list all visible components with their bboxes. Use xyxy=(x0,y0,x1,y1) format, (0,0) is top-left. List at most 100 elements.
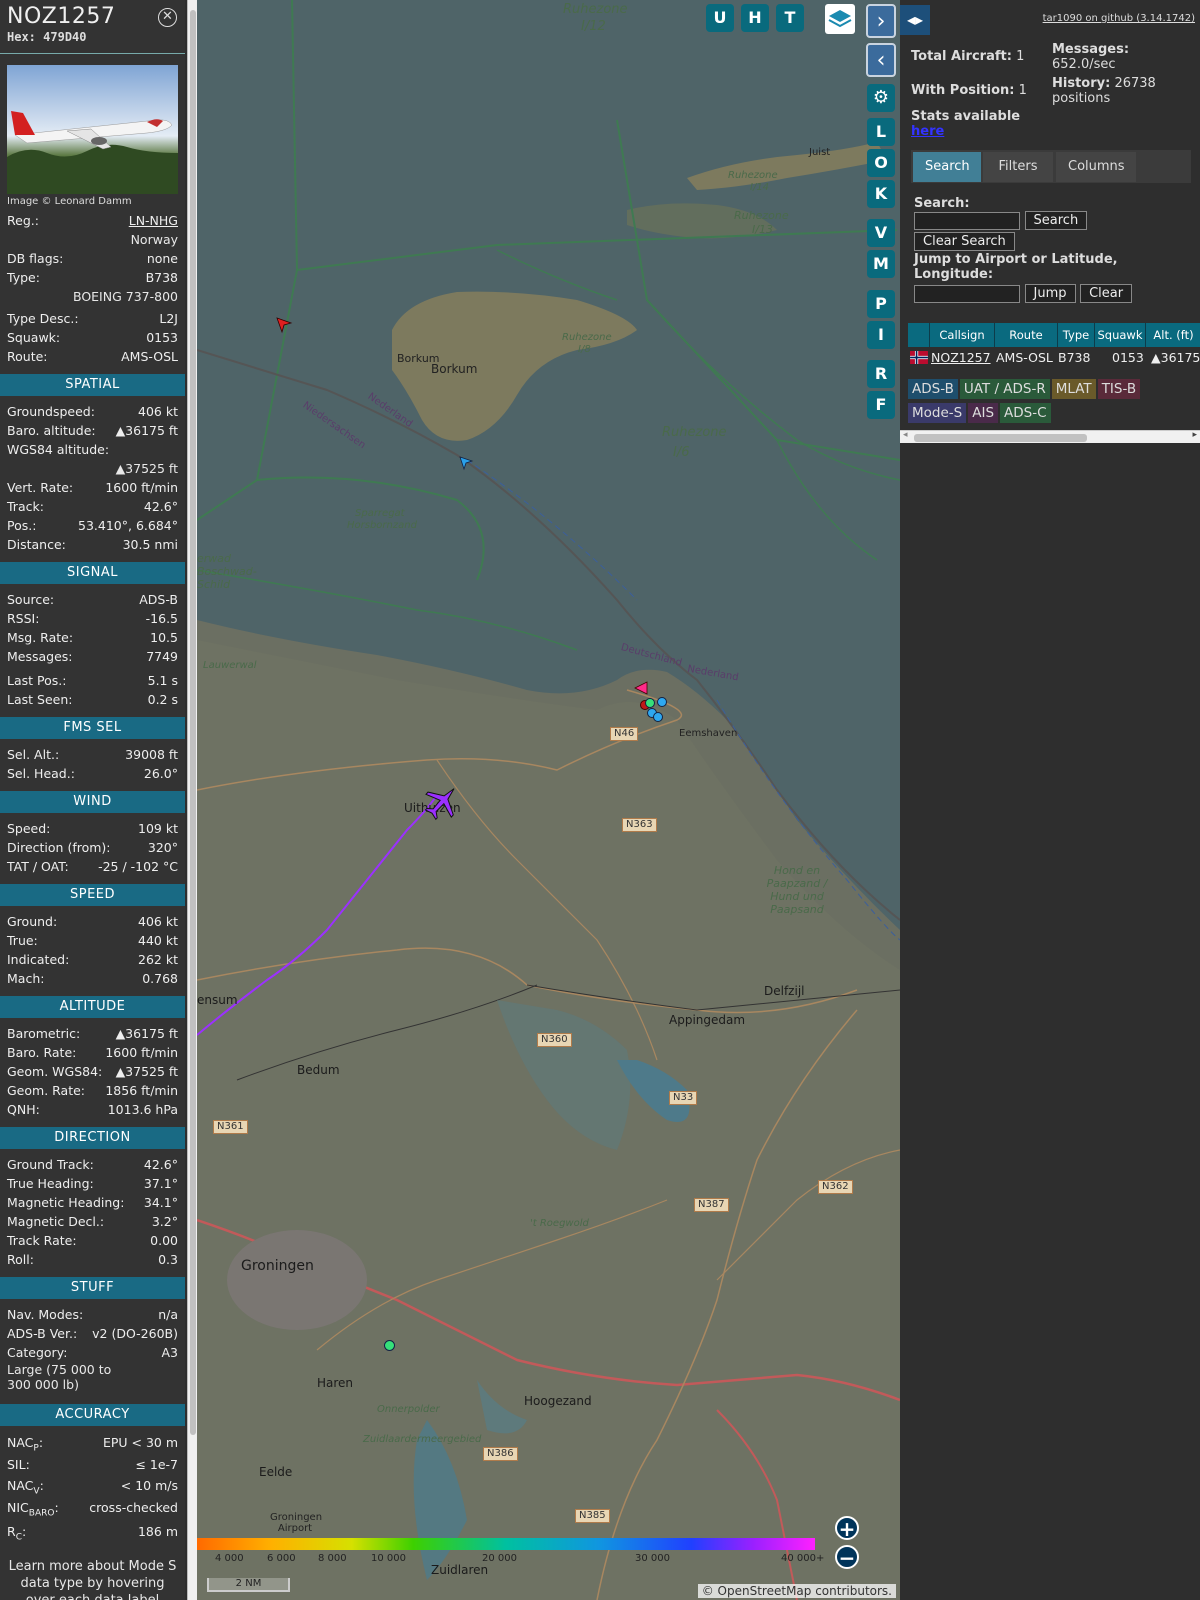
vessel-marker-pink[interactable] xyxy=(633,680,649,696)
photo-credit: Image © Leonard Damm xyxy=(7,196,132,207)
button-v[interactable]: V xyxy=(867,219,895,247)
button-l[interactable]: L xyxy=(867,118,895,146)
with-position-value: 1 xyxy=(1018,83,1027,98)
true-speed-row: True: 440 kt xyxy=(0,931,185,950)
button-h[interactable]: H xyxy=(741,4,769,32)
reg-link[interactable]: LN-NHG xyxy=(129,211,178,230)
map[interactable]: 4 000 6 000 8 000 10 000 20 000 30 000 4… xyxy=(197,0,900,1600)
nacv-row: NACV: < 10 m/s xyxy=(0,1476,185,1497)
section-wind: WIND xyxy=(0,791,185,813)
attribution[interactable]: © OpenStreetMap contributors. xyxy=(697,1584,896,1598)
tab-columns[interactable]: Columns xyxy=(1056,152,1136,182)
tab-search[interactable]: Search xyxy=(913,152,981,182)
row-callsign[interactable]: NOZ1257 xyxy=(931,347,991,368)
button-u[interactable]: U xyxy=(706,4,734,32)
msgrate-value: 10.5 xyxy=(150,630,178,645)
lastpos-value: 5.1 s xyxy=(147,673,178,688)
rssi-value: -16.5 xyxy=(145,611,178,626)
scroll-left-icon[interactable]: ◂ xyxy=(903,430,908,440)
search-button[interactable]: Search xyxy=(1024,211,1088,230)
category-row: Category: A3 xyxy=(0,1343,185,1362)
flag-svg xyxy=(910,351,928,364)
label-lauwerwal: Lauwerwal xyxy=(203,660,257,671)
row-alt: ▲36175 xyxy=(1151,350,1200,365)
reg-label: Reg.: xyxy=(7,213,39,228)
geom-row: Geom. WGS84: ▲37525 ft xyxy=(0,1062,185,1081)
vrate-value: 1600 ft/min xyxy=(105,480,178,495)
aircraft-marker-blue[interactable] xyxy=(458,455,474,471)
nacp-label-text: NAC xyxy=(7,1435,34,1450)
section-stuff: STUFF xyxy=(0,1277,185,1299)
table-row[interactable]: NOZ1257 AMS-OSL B738 0153 ▲36175 xyxy=(908,347,1200,368)
messages-stat: Messages: 652.0/sec xyxy=(1052,42,1192,72)
nacv-label: NACV: xyxy=(7,1478,44,1497)
table-scrollbar-thumb[interactable] xyxy=(914,434,1087,442)
vessel-marker-blue-1[interactable] xyxy=(657,697,667,707)
info-scrollbar[interactable] xyxy=(187,0,197,1600)
button-t[interactable]: T xyxy=(776,4,804,32)
sidebar-tabs: Search Filters Columns xyxy=(911,150,1191,183)
clear-search-button[interactable]: Clear Search xyxy=(914,232,1015,251)
settings-button[interactable]: ⚙ xyxy=(867,84,895,112)
jump-button[interactable]: Jump xyxy=(1024,284,1076,303)
table-scrollbar[interactable]: ◂ ▸ xyxy=(900,430,1200,443)
th-squawk[interactable]: Squawk xyxy=(1095,323,1146,347)
expand-sidebar-button[interactable]: › xyxy=(866,4,896,38)
wgs-alt-label: WGS84 altitude: xyxy=(7,442,110,457)
distance-label: Distance: xyxy=(7,537,66,552)
legend-tick-8000: 8 000 xyxy=(318,1553,347,1564)
mach-row: Mach: 0.768 xyxy=(0,969,185,988)
button-m[interactable]: M xyxy=(867,250,895,278)
tab-filters[interactable]: Filters xyxy=(983,152,1053,182)
scroll-right-icon[interactable]: ▸ xyxy=(1192,430,1197,440)
jump-input[interactable] xyxy=(914,284,1020,303)
th-route[interactable]: Route xyxy=(995,323,1058,347)
label-groningen-airport: Groningen Airport xyxy=(270,1512,323,1534)
vessel-marker-green-2[interactable] xyxy=(384,1340,395,1351)
badge-tisb: TIS-B xyxy=(1097,379,1141,399)
nicbaro-label: NICBARO: xyxy=(7,1500,59,1519)
label-boschwad: erwad Boschwad-Schild xyxy=(197,552,257,591)
label-ruhezone-i13: Ruhezone xyxy=(734,209,789,222)
info-scrollbar-thumb[interactable] xyxy=(190,10,196,1435)
wgs-alt-value: ▲37525 ft xyxy=(115,461,178,476)
button-p[interactable]: P xyxy=(867,290,895,318)
barorate-value: 1600 ft/min xyxy=(105,1045,178,1060)
github-link[interactable]: tar1090 on github (3.14.1742) xyxy=(1043,13,1195,24)
rssi-label: RSSI: xyxy=(7,611,40,626)
stats-available-label: Stats available xyxy=(911,109,1021,124)
aircraft-photo[interactable] xyxy=(7,65,178,194)
layers-button[interactable] xyxy=(825,4,855,34)
roll-row: Roll: 0.3 xyxy=(0,1250,185,1269)
th-callsign[interactable]: Callsign xyxy=(930,323,995,347)
msgrate-row: Msg. Rate: 10.5 xyxy=(0,628,185,647)
th-alt[interactable]: Alt. (ft) xyxy=(1146,323,1200,347)
label-sparregat: Sparregat xyxy=(355,508,405,519)
search-input[interactable] xyxy=(914,211,1020,230)
vessel-marker-green[interactable] xyxy=(645,698,655,708)
vessel-marker-blue-3[interactable] xyxy=(653,712,663,722)
label-ruhezone-i6: Ruhezone xyxy=(662,425,727,440)
stats-link[interactable]: here xyxy=(911,124,944,139)
qnh-value: 1013.6 hPa xyxy=(107,1102,178,1117)
button-k[interactable]: K xyxy=(867,180,895,208)
nacv-sub: V xyxy=(33,1486,40,1497)
close-icon[interactable]: ✕ xyxy=(158,8,177,27)
vrate-row: Vert. Rate: 1600 ft/min xyxy=(0,478,185,497)
aircraft-marker-red[interactable] xyxy=(275,316,293,334)
selected-aircraft-icon[interactable] xyxy=(422,782,462,822)
button-f[interactable]: F xyxy=(867,391,895,419)
button-i[interactable]: I xyxy=(867,321,895,349)
clear-jump-button[interactable]: Clear xyxy=(1080,284,1133,303)
button-r[interactable]: R xyxy=(867,360,895,388)
zoom-in-button[interactable]: + xyxy=(835,1516,859,1540)
barometric-value: ▲36175 ft xyxy=(115,1026,178,1041)
label-horsbornzand: Horsbornzand xyxy=(347,520,417,531)
roll-value: 0.3 xyxy=(158,1252,178,1267)
button-o[interactable]: O xyxy=(867,149,895,177)
toggle-sidebar-button[interactable]: ◂▸ xyxy=(900,5,930,35)
collapse-sidebar-button[interactable]: ‹ xyxy=(866,43,896,77)
zoom-out-button[interactable]: − xyxy=(835,1545,859,1569)
th-type[interactable]: Type xyxy=(1058,323,1095,347)
row-squawk: 0153 xyxy=(1112,350,1144,365)
